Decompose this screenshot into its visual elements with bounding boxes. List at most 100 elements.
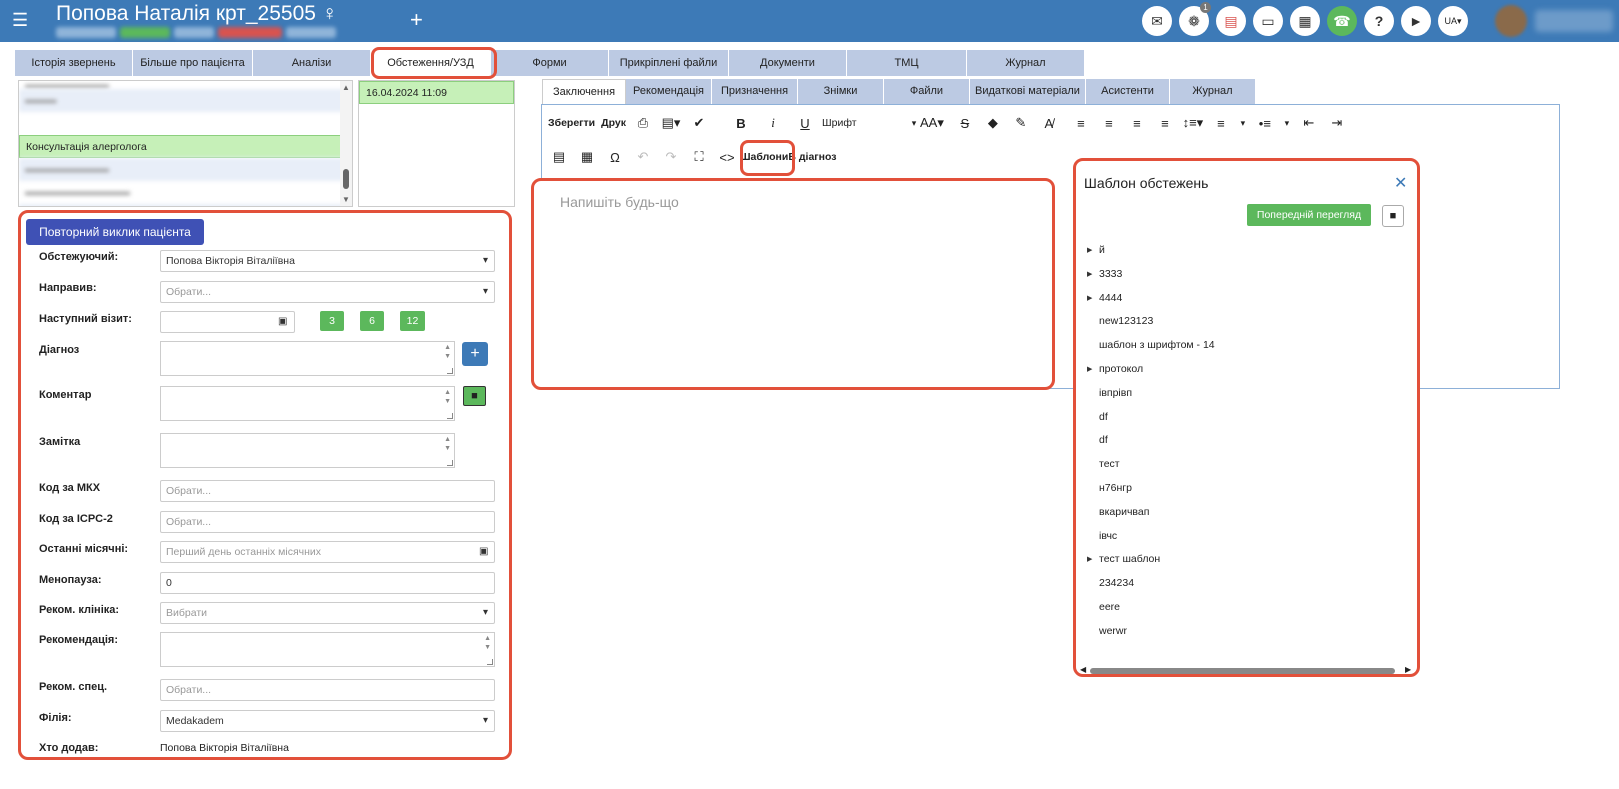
tab-prescription[interactable]: Призначення xyxy=(712,79,798,104)
referrer-select[interactable]: Обрати... xyxy=(160,281,495,303)
tab-editor-journal[interactable]: Журнал xyxy=(1170,79,1256,104)
note-textarea[interactable]: ▲ ▼ xyxy=(160,433,455,468)
branch-select[interactable]: Medakadem xyxy=(160,710,495,732)
redo-icon[interactable]: ↷ xyxy=(660,146,682,168)
next-visit-3-button[interactable]: 3 xyxy=(320,311,344,331)
align-left-icon[interactable]: ≡ xyxy=(1070,112,1092,134)
expand-arrow-icon[interactable]: ▶ xyxy=(1087,239,1092,263)
add-tab-button[interactable]: + xyxy=(410,7,423,33)
phone-icon[interactable]: ☎ xyxy=(1327,6,1357,36)
template-item[interactable]: івчс xyxy=(1084,525,1404,549)
template-item[interactable]: івпрівп xyxy=(1084,382,1404,406)
calculator-icon[interactable]: ▦ xyxy=(1290,6,1320,36)
template-item[interactable]: 234234 xyxy=(1084,572,1404,596)
italic-icon[interactable]: i xyxy=(762,112,784,134)
language-select[interactable]: UA▾ xyxy=(1438,6,1468,36)
tab-analyses[interactable]: Аналізи xyxy=(253,50,371,76)
undo-icon[interactable]: ↶ xyxy=(632,146,654,168)
template-item[interactable]: шаблон з шрифтом - 14 xyxy=(1084,334,1404,358)
mkh-input[interactable]: Обрати... xyxy=(160,480,495,502)
diagnosis-textarea[interactable]: ▲ ▼ xyxy=(160,341,455,376)
templates-hscroll[interactable]: ◀ ▶ xyxy=(1080,665,1413,674)
font-size-icon[interactable]: AA▾ xyxy=(920,112,944,134)
outdent-icon[interactable]: ⇤ xyxy=(1298,112,1320,134)
tab-images[interactable]: Знімки xyxy=(798,79,884,104)
print-icon[interactable]: ⎙ xyxy=(632,112,654,134)
bullet-list-icon[interactable]: •≡ xyxy=(1254,112,1276,134)
recommendation-textarea[interactable]: ▲ ▼ xyxy=(160,632,495,667)
calendar-icon[interactable]: ▣ xyxy=(278,316,287,327)
editor-area[interactable]: Напишіть будь-що xyxy=(531,178,1055,390)
align-center-icon[interactable]: ≡ xyxy=(1098,112,1120,134)
template-item[interactable]: н76нгр xyxy=(1084,477,1404,501)
comment-textarea[interactable]: ▲ ▼ xyxy=(160,386,455,421)
template-item[interactable]: df xyxy=(1084,406,1404,430)
help-icon[interactable]: ? xyxy=(1364,6,1394,36)
tab-history[interactable]: Історія звернень xyxy=(15,50,133,76)
date-item[interactable]: 16.04.2024 11:09 xyxy=(359,81,514,104)
check-icon[interactable]: ✔ xyxy=(688,112,710,134)
list-item[interactable]: ▬▬▬▬▬▬▬▬▬▬ xyxy=(19,181,352,204)
user-name[interactable] xyxy=(1535,10,1613,32)
text-color-icon[interactable]: ◆ xyxy=(982,112,1004,134)
close-icon[interactable]: ✕ xyxy=(1394,173,1407,193)
list-scrollbar[interactable]: ▲ ▼ xyxy=(340,81,352,206)
template-folder[interactable]: ▶ 3333 xyxy=(1084,263,1404,287)
tab-materials[interactable]: Видаткові матеріали xyxy=(970,79,1086,104)
next-visit-date-input[interactable] xyxy=(160,311,295,333)
align-justify-icon[interactable]: ≡ xyxy=(1154,112,1176,134)
to-diagnosis-button[interactable]: В діагноз xyxy=(788,146,836,168)
clinic-select[interactable]: Вибрати xyxy=(160,602,495,624)
tab-journal[interactable]: Журнал xyxy=(967,50,1085,76)
code-icon[interactable]: <> xyxy=(716,146,738,168)
list-item-selected[interactable]: Консультація алерголога xyxy=(19,135,352,158)
list-item[interactable]: ▬▬▬▬▬▬▬▬ xyxy=(19,81,352,90)
expand-arrow-icon[interactable]: ▶ xyxy=(1087,263,1092,287)
highlight-icon[interactable]: ✎ xyxy=(1010,112,1032,134)
megaphone-icon[interactable]: ► xyxy=(1401,6,1431,36)
expand-arrow-icon[interactable]: ▶ xyxy=(1087,548,1092,572)
strikethrough-icon[interactable]: S xyxy=(954,112,976,134)
template-item[interactable]: тест xyxy=(1084,453,1404,477)
template-item[interactable]: new123123 xyxy=(1084,310,1404,334)
expand-arrow-icon[interactable]: ▶ xyxy=(1087,644,1092,649)
avatar[interactable] xyxy=(1495,5,1527,37)
spec-input[interactable]: Обрати... xyxy=(160,679,495,701)
align-right-icon[interactable]: ≡ xyxy=(1126,112,1148,134)
tab-forms[interactable]: Форми xyxy=(491,50,609,76)
chat-icon[interactable]: ✉ xyxy=(1142,6,1172,36)
pdf-icon[interactable]: ▤ xyxy=(1216,6,1246,36)
recall-patient-button[interactable]: Повторний виклик пацієнта xyxy=(26,219,204,245)
preview-button[interactable]: Попередній перегляд xyxy=(1247,204,1371,226)
template-folder[interactable]: ▶ протокол xyxy=(1084,358,1404,382)
template-item[interactable]: werwr xyxy=(1084,620,1404,644)
expand-arrow-icon[interactable]: ▶ xyxy=(1087,287,1092,311)
print-text-button[interactable]: Друк xyxy=(601,112,626,134)
scroll-right-icon[interactable]: ▶ xyxy=(1405,665,1411,674)
scroll-thumb[interactable] xyxy=(343,169,349,189)
bullet-list-dropdown-icon[interactable]: ▾ xyxy=(1282,112,1292,134)
numbered-list-dropdown-icon[interactable]: ▾ xyxy=(1238,112,1248,134)
template-folder[interactable]: ▶ 4444 xyxy=(1084,287,1404,311)
template-folder[interactable]: ▶ й xyxy=(1084,239,1404,263)
special-char-icon[interactable]: Ω xyxy=(604,146,626,168)
tab-recommendation[interactable]: Рекомендація xyxy=(626,79,712,104)
tab-assistants[interactable]: Асистенти xyxy=(1086,79,1170,104)
font-select[interactable]: Шрифт xyxy=(822,112,904,134)
tab-files[interactable]: Файли xyxy=(884,79,970,104)
tab-attached-files[interactable]: Прикріплені файли xyxy=(609,50,729,76)
list-item[interactable]: ▬▬▬ xyxy=(19,89,352,112)
template-folder[interactable]: ▶1111 xyxy=(1084,644,1404,650)
save-comment-button[interactable]: ■ xyxy=(463,386,486,406)
indent-icon[interactable]: ⇥ xyxy=(1326,112,1348,134)
save-button[interactable]: Зберегти xyxy=(548,112,595,134)
scroll-thumb[interactable] xyxy=(1090,668,1395,674)
menopause-input[interactable]: 0 xyxy=(160,572,495,594)
scroll-down-icon[interactable]: ▼ xyxy=(342,195,350,204)
card-icon[interactable]: ▭ xyxy=(1253,6,1283,36)
examiner-select[interactable]: Попова Вікторія Віталіївна xyxy=(160,250,495,272)
template-item[interactable]: df xyxy=(1084,429,1404,453)
hamburger-menu-icon[interactable]: ☰ xyxy=(12,10,28,31)
notification-icon[interactable]: ❁ xyxy=(1179,2,1211,36)
list-item[interactable]: ▬▬▬▬ xyxy=(19,204,352,206)
